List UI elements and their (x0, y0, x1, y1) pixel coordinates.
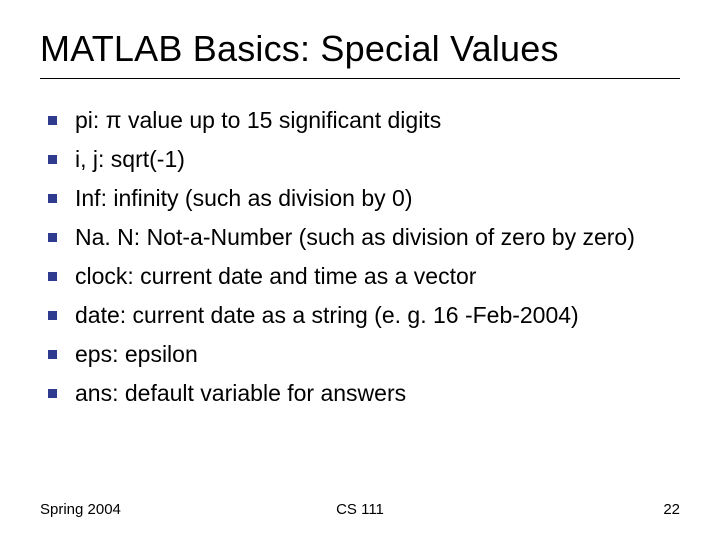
bullet-list: pi: π value up to 15 significant digits … (40, 105, 680, 409)
slide-footer: Spring 2004 CS 111 22 (40, 501, 680, 518)
list-item: eps: epsilon (48, 339, 680, 370)
bullet-text: eps: epsilon (75, 339, 680, 370)
bullet-text: ans: default variable for answers (75, 378, 680, 409)
bullet-text: i, j: sqrt(-1) (75, 144, 680, 175)
bullet-text: Na. N: Not-a-Number (such as division of… (75, 222, 680, 253)
bullet-text: clock: current date and time as a vector (75, 261, 680, 292)
square-bullet-icon (48, 272, 57, 281)
square-bullet-icon (48, 350, 57, 359)
bullet-text: Inf: infinity (such as division by 0) (75, 183, 680, 214)
footer-center: CS 111 (40, 501, 680, 518)
square-bullet-icon (48, 155, 57, 164)
list-item: pi: π value up to 15 significant digits (48, 105, 680, 136)
square-bullet-icon (48, 116, 57, 125)
square-bullet-icon (48, 389, 57, 398)
slide: MATLAB Basics: Special Values pi: π valu… (0, 0, 720, 540)
square-bullet-icon (48, 311, 57, 320)
list-item: clock: current date and time as a vector (48, 261, 680, 292)
square-bullet-icon (48, 194, 57, 203)
footer-left: Spring 2004 (40, 501, 121, 518)
square-bullet-icon (48, 233, 57, 242)
bullet-text: date: current date as a string (e. g. 16… (75, 300, 680, 331)
bullet-text: pi: π value up to 15 significant digits (75, 105, 680, 136)
footer-page-number: 22 (663, 501, 680, 518)
list-item: ans: default variable for answers (48, 378, 680, 409)
list-item: date: current date as a string (e. g. 16… (48, 300, 680, 331)
list-item: i, j: sqrt(-1) (48, 144, 680, 175)
list-item: Na. N: Not-a-Number (such as division of… (48, 222, 680, 253)
slide-title: MATLAB Basics: Special Values (40, 28, 680, 79)
list-item: Inf: infinity (such as division by 0) (48, 183, 680, 214)
